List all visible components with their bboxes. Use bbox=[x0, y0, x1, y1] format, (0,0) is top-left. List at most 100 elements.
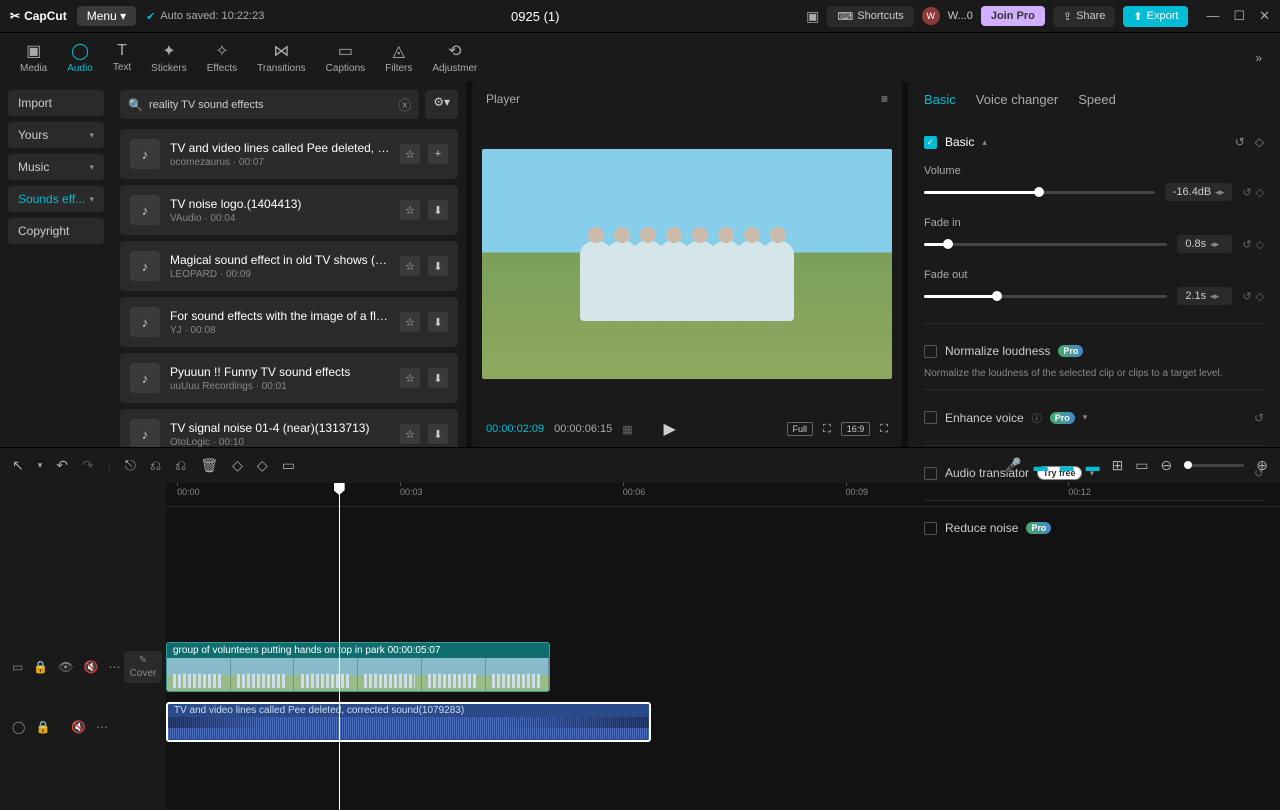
keyframe-icon[interactable]: ◇ bbox=[1256, 290, 1264, 303]
tool-icon[interactable]: ▭ bbox=[282, 457, 295, 474]
tab-stickers[interactable]: ✦Stickers bbox=[141, 37, 197, 78]
checkbox-empty-icon[interactable] bbox=[924, 345, 937, 358]
fadeout-value[interactable]: 2.1s◂▸ bbox=[1177, 287, 1232, 305]
layout-icon[interactable]: ▣ bbox=[806, 8, 819, 25]
tab-media[interactable]: ▣Media bbox=[10, 37, 57, 78]
grid-icon[interactable]: ▦ bbox=[622, 423, 632, 436]
checkbox-empty-icon[interactable] bbox=[924, 467, 937, 480]
tab-transitions[interactable]: ⋈Transitions bbox=[247, 37, 316, 78]
inspector-tab-voice[interactable]: Voice changer bbox=[976, 92, 1058, 107]
download-icon[interactable]: ⬇ bbox=[428, 312, 448, 332]
join-pro-button[interactable]: Join Pro bbox=[981, 6, 1045, 26]
volume-value[interactable]: -16.4dB◂▸ bbox=[1165, 183, 1233, 201]
sidebar-copyright[interactable]: Copyright bbox=[8, 218, 104, 244]
inspector-tab-speed[interactable]: Speed bbox=[1078, 92, 1116, 107]
download-icon[interactable]: ⬇ bbox=[428, 424, 448, 444]
fadeout-slider[interactable] bbox=[924, 295, 1167, 298]
keyframe-icon[interactable]: ◇ bbox=[1256, 186, 1264, 199]
full-badge[interactable]: Full bbox=[787, 422, 814, 436]
export-button[interactable]: ⬆ Export bbox=[1123, 6, 1188, 27]
fadein-value[interactable]: 0.8s◂▸ bbox=[1177, 235, 1232, 253]
audio-result-item[interactable]: ♪ TV signal noise 01-4 (near)(1313713)Ot… bbox=[120, 409, 458, 447]
lock-icon[interactable]: 🔒 bbox=[33, 660, 48, 674]
reset-icon[interactable]: ↺ bbox=[1235, 135, 1245, 149]
video-clip[interactable]: group of volunteers putting hands on top… bbox=[166, 642, 550, 692]
undo-icon[interactable]: ↶ bbox=[56, 457, 68, 474]
sidebar-yours[interactable]: Yours▾ bbox=[8, 122, 104, 148]
split-right-icon[interactable]: ⎌ bbox=[175, 457, 186, 474]
eye-icon[interactable]: 👁 bbox=[58, 660, 73, 674]
lock-icon[interactable]: 🔒 bbox=[35, 720, 50, 734]
zoom-out-icon[interactable]: ⊖ bbox=[1161, 457, 1173, 474]
collapse-icon[interactable]: ▴ bbox=[982, 137, 987, 148]
crop-icon[interactable]: ⛶ bbox=[823, 423, 831, 436]
split-icon[interactable]: ⎋ bbox=[125, 457, 136, 474]
reset-icon[interactable]: ↺ bbox=[1242, 238, 1251, 251]
tab-adjustment[interactable]: ⟲Adjustmer bbox=[422, 37, 487, 78]
download-icon[interactable]: ⬇ bbox=[428, 256, 448, 276]
player-menu-icon[interactable]: ≡ bbox=[881, 92, 888, 106]
split-left-icon[interactable]: ⎌ bbox=[150, 457, 161, 474]
sidebar-sounds[interactable]: Sounds eff...▾ bbox=[8, 186, 104, 212]
mute-icon[interactable]: 🔇 bbox=[84, 660, 99, 674]
keyframe-icon[interactable]: ◇ bbox=[1255, 135, 1264, 149]
fadein-slider[interactable] bbox=[924, 243, 1167, 246]
zoom-slider[interactable] bbox=[1184, 464, 1244, 467]
snap-icon[interactable]: ▬ bbox=[1034, 458, 1048, 474]
reset-icon[interactable]: ↺ bbox=[1242, 290, 1251, 303]
play-button[interactable]: ▶ bbox=[663, 419, 675, 439]
cover-button[interactable]: ✎Cover bbox=[124, 651, 163, 683]
tool-icon[interactable]: ◯ bbox=[12, 720, 25, 734]
volume-slider[interactable] bbox=[924, 191, 1155, 194]
tool-icon[interactable]: ◇ bbox=[257, 457, 268, 474]
reset-icon[interactable]: ↺ bbox=[1254, 411, 1264, 425]
playhead[interactable] bbox=[339, 483, 340, 810]
more-icon[interactable]: ⋯ bbox=[108, 660, 120, 674]
add-icon[interactable]: + bbox=[428, 144, 448, 164]
sidebar-music[interactable]: Music▾ bbox=[8, 154, 104, 180]
chevron-down-icon[interactable]: ▾ bbox=[38, 460, 43, 471]
search-input[interactable] bbox=[149, 99, 392, 111]
tab-audio[interactable]: ◯Audio bbox=[57, 37, 103, 78]
favorite-icon[interactable]: ☆ bbox=[400, 144, 420, 164]
close-icon[interactable]: ✕ bbox=[1259, 8, 1270, 24]
fullscreen-icon[interactable]: ⛶ bbox=[880, 423, 888, 436]
download-icon[interactable]: ⬇ bbox=[428, 200, 448, 220]
reset-icon[interactable]: ↺ bbox=[1242, 186, 1251, 199]
tool-icon[interactable]: ◇ bbox=[232, 457, 243, 474]
audio-clip[interactable]: TV and video lines called Pee deleted, c… bbox=[166, 702, 651, 742]
checkbox-checked-icon[interactable]: ✓ bbox=[924, 136, 937, 149]
maximize-icon[interactable]: ☐ bbox=[1233, 8, 1245, 24]
magnet-icon[interactable]: ▬ bbox=[1060, 458, 1074, 474]
audio-result-item[interactable]: ♪ Magical sound effect in old TV shows (… bbox=[120, 241, 458, 291]
user-avatar[interactable]: W bbox=[922, 7, 940, 25]
chevron-down-icon[interactable]: ▾ bbox=[1083, 412, 1088, 423]
favorite-icon[interactable]: ☆ bbox=[400, 200, 420, 220]
sidebar-import[interactable]: Import bbox=[8, 90, 104, 116]
audio-result-item[interactable]: ♪ TV and video lines called Pee deleted,… bbox=[120, 129, 458, 179]
favorite-icon[interactable]: ☆ bbox=[400, 256, 420, 276]
more-icon[interactable]: ⋯ bbox=[96, 720, 108, 734]
timeline-ruler[interactable]: 00:00 00:03 00:06 00:09 00:12 bbox=[166, 483, 1280, 507]
player-viewport[interactable] bbox=[472, 116, 902, 411]
favorite-icon[interactable]: ☆ bbox=[400, 312, 420, 332]
checkbox-empty-icon[interactable] bbox=[924, 411, 937, 424]
tool-icon[interactable]: ▭ bbox=[12, 660, 23, 674]
tab-captions[interactable]: ▭Captions bbox=[316, 37, 375, 78]
pointer-icon[interactable]: ↖ bbox=[12, 457, 24, 474]
tool-icon[interactable]: ▭ bbox=[1135, 457, 1148, 474]
tab-effects[interactable]: ✧Effects bbox=[197, 37, 247, 78]
zoom-in-icon[interactable]: ⊕ bbox=[1256, 457, 1268, 474]
timeline-tracks[interactable]: 00:00 00:03 00:06 00:09 00:12 group of v… bbox=[166, 483, 1280, 810]
favorite-icon[interactable]: ☆ bbox=[400, 368, 420, 388]
mute-icon[interactable]: 🔇 bbox=[71, 720, 86, 734]
delete-icon[interactable]: 🗑 bbox=[200, 457, 218, 474]
tab-filters[interactable]: ◬Filters bbox=[375, 37, 422, 78]
mic-icon[interactable]: 🎤 bbox=[1004, 457, 1021, 474]
audio-result-item[interactable]: ♪ For sound effects with the image of a … bbox=[120, 297, 458, 347]
filter-button[interactable]: ⚙▾ bbox=[425, 90, 458, 119]
more-tabs-icon[interactable]: » bbox=[1247, 51, 1270, 65]
tool-icon[interactable]: ⊞ bbox=[1112, 457, 1124, 474]
ratio-badge[interactable]: 16:9 bbox=[841, 422, 871, 436]
audio-result-item[interactable]: ♪ Pyuuun !! Funny TV sound effectsuuUuu … bbox=[120, 353, 458, 403]
